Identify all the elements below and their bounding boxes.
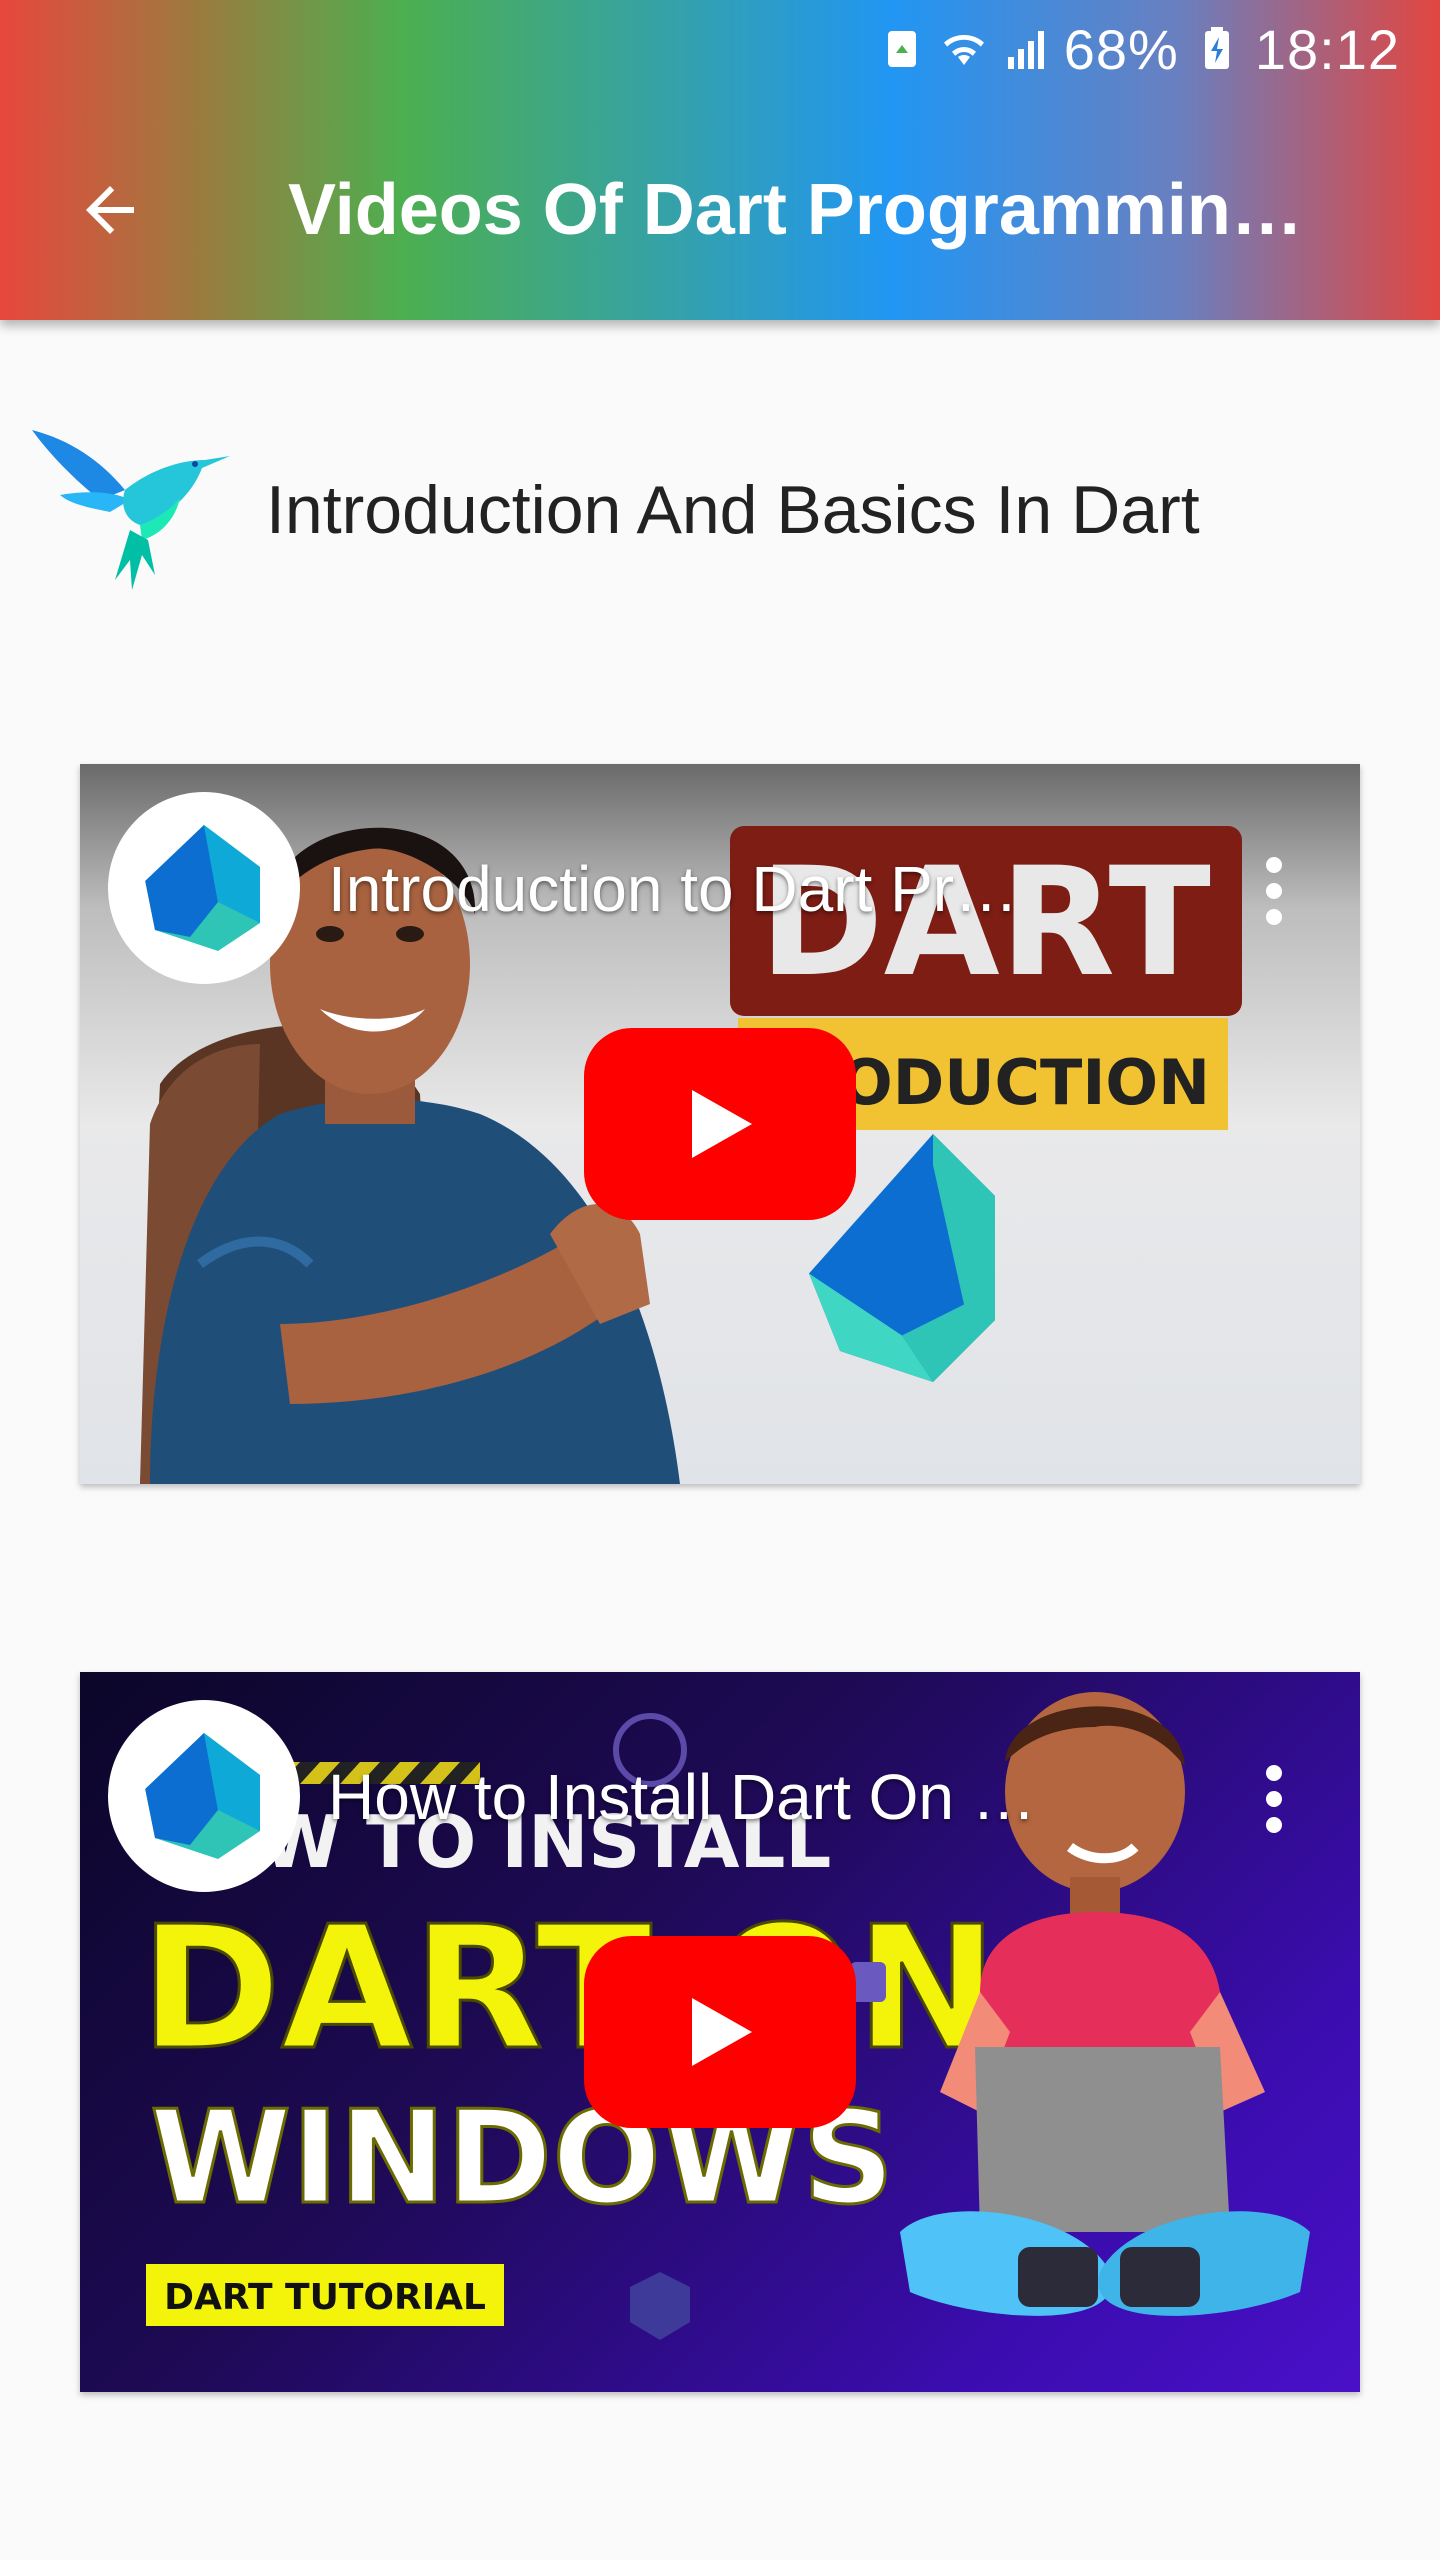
- wifi-icon: [940, 25, 988, 73]
- app-bar: 68% 18:12 Videos Of Dart Programmin…: [0, 0, 1440, 320]
- more-vert-dot: [1266, 909, 1282, 925]
- recycle-notification-icon: [878, 25, 926, 73]
- thumb-tutorial-text: DART TUTORIAL: [164, 2277, 486, 2318]
- more-vert-dot: [1266, 1817, 1282, 1833]
- play-button-2[interactable]: [584, 1936, 856, 2128]
- battery-charging-icon: [1193, 25, 1241, 73]
- section-header: Introduction And Basics In Dart: [30, 420, 1410, 600]
- signal-icon: [1002, 25, 1050, 73]
- battery-percent: 68%: [1063, 17, 1179, 81]
- video-title-1[interactable]: Introduction to Dart Pr…: [328, 844, 1088, 934]
- dart-logo-icon: [145, 825, 260, 951]
- back-button[interactable]: [60, 160, 160, 260]
- more-options-button-1[interactable]: [1244, 846, 1304, 936]
- status-bar: 68% 18:12: [878, 14, 1400, 84]
- more-vert-dot: [1266, 883, 1282, 899]
- hummingbird-logo-icon: [32, 430, 230, 590]
- youtube-play-icon: [584, 1936, 856, 2128]
- back-arrow-icon: [86, 186, 134, 234]
- more-options-button-2[interactable]: [1244, 1754, 1304, 1844]
- channel-avatar-1[interactable]: [108, 792, 300, 984]
- section-title: Introduction And Basics In Dart: [266, 472, 1200, 548]
- dart-logo-icon: [145, 1733, 260, 1859]
- clock: 18:12: [1254, 17, 1400, 81]
- more-vert-icon: [1266, 857, 1282, 873]
- play-button-1[interactable]: [584, 1028, 856, 1220]
- youtube-play-icon: [584, 1028, 856, 1220]
- video-title-2[interactable]: How to Install Dart On …: [328, 1752, 1088, 1842]
- more-vert-dot: [1266, 1791, 1282, 1807]
- channel-avatar-2[interactable]: [108, 1700, 300, 1892]
- video-player-2[interactable]: HOW TO INSTALL DART ON WINDOWS DART TUTO…: [80, 1672, 1360, 2392]
- page-title: Videos Of Dart Programmin…: [288, 170, 1303, 250]
- video-player-1[interactable]: DART RODUCTION Introduction to Dart Pr…: [80, 764, 1360, 1484]
- more-vert-icon: [1266, 1765, 1282, 1781]
